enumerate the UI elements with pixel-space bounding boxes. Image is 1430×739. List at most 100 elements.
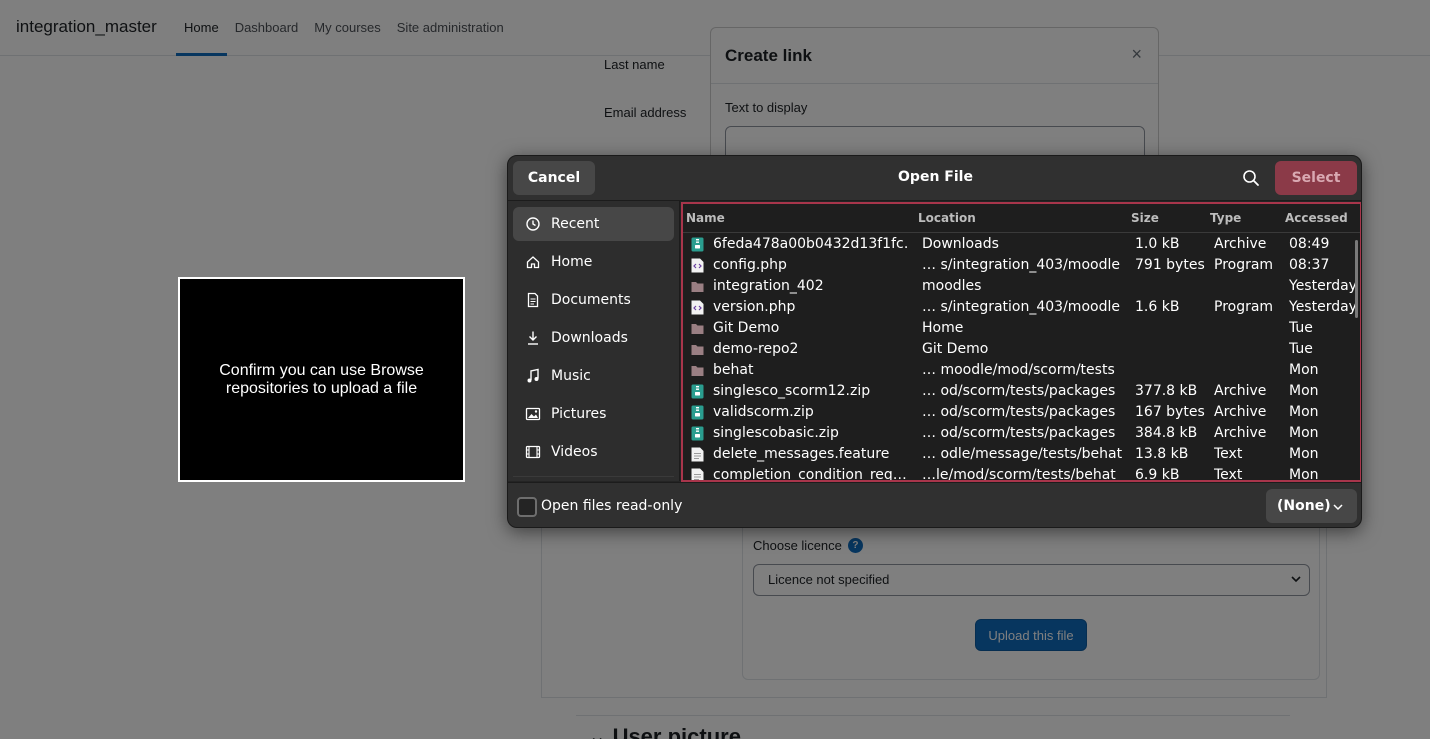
file-list-scrollbar[interactable] [1355, 240, 1358, 318]
file-accessed: Mon [1289, 362, 1319, 378]
file-name: validscorm.zip [713, 404, 814, 420]
file-size: 377.8 kB [1135, 383, 1198, 399]
file-row[interactable]: demo-repo2 Git Demo Tue [683, 339, 1360, 360]
file-filter-dropdown[interactable]: (None) [1266, 489, 1357, 523]
file-size: 6.9 kB [1135, 467, 1180, 482]
file-name: integration_402 [713, 278, 824, 294]
file-size: 1.6 kB [1135, 299, 1180, 315]
file-list[interactable]: Name Location Size Type Accessed 6feda47… [681, 202, 1361, 482]
sidebar-item-label: Videos [551, 444, 598, 460]
column-type[interactable]: Type [1210, 211, 1241, 225]
sidebar-item-documents[interactable]: Documents [513, 283, 674, 317]
text-file-icon [691, 447, 704, 462]
sidebar-item-pictures[interactable]: Pictures [513, 397, 674, 431]
file-row[interactable]: 6feda478a00b0432d13f1fc… Downloads 1.0 kB A… [683, 234, 1360, 255]
file-type: Archive [1214, 404, 1267, 420]
file-type: Text [1214, 467, 1243, 482]
file-name: version.php [713, 299, 796, 315]
folder-file-icon [691, 363, 704, 378]
code-file-icon [691, 300, 704, 315]
column-size[interactable]: Size [1131, 211, 1159, 225]
file-accessed: Mon [1289, 383, 1319, 399]
file-location: …le/mod/scorm/tests/behat [922, 467, 1116, 482]
archive-file-icon [691, 405, 704, 420]
file-rows: 6feda478a00b0432d13f1fc… Downloads 1.0 kB A… [683, 234, 1360, 482]
instruction-box: Confirm you can use Browse repositories … [178, 277, 465, 482]
sidebar-item-label: Home [551, 254, 593, 270]
file-list-header: Name Location Size Type Accessed [683, 204, 1360, 233]
file-location: Downloads [922, 236, 999, 252]
file-location: … od/scorm/tests/packages [922, 404, 1116, 420]
sidebar-item-label: Music [551, 368, 591, 384]
column-accessed[interactable]: Accessed [1285, 211, 1348, 225]
file-row[interactable]: behat … moodle/mod/scorm/tests Mon [683, 360, 1360, 381]
sidebar-item-label: Documents [551, 292, 631, 308]
file-name: 6feda478a00b0432d13f1fc… [713, 236, 909, 252]
dialog-footer: Open files read-only (None) [508, 482, 1361, 527]
folder-file-icon [691, 279, 704, 294]
file-type: Text [1214, 446, 1243, 462]
file-name: delete_messages.feature [713, 446, 890, 462]
file-name: Git Demo [713, 320, 780, 336]
file-filter-value: (None) [1277, 498, 1331, 514]
column-name[interactable]: Name [686, 211, 725, 225]
file-row[interactable]: Git Demo Home Tue [683, 318, 1360, 339]
file-location: Git Demo [922, 341, 989, 357]
folder-file-icon [691, 321, 704, 336]
file-accessed: Mon [1289, 446, 1319, 462]
pictures-icon [525, 406, 541, 422]
documents-icon [525, 292, 541, 308]
dialog-title: Open File [898, 169, 973, 185]
file-name: singlesco_scorm12.zip [713, 383, 871, 399]
sidebar-item-recent[interactable]: Recent [513, 207, 674, 241]
file-name: behat [713, 362, 754, 378]
sidebar-item-label: Pictures [551, 406, 607, 422]
open-file-dialog: Cancel Open File Select Recent Home Docu… [507, 155, 1362, 528]
downloads-icon [525, 330, 541, 346]
code-file-icon [691, 258, 704, 273]
recent-icon [525, 216, 541, 232]
archive-file-icon [691, 426, 704, 441]
column-location[interactable]: Location [918, 211, 976, 225]
file-size: 13.8 kB [1135, 446, 1189, 462]
file-name: completion_condition_req… [713, 467, 907, 482]
sidebar-item-downloads[interactable]: Downloads [513, 321, 674, 355]
file-accessed: Mon [1289, 467, 1319, 482]
sidebar-item-home[interactable]: Home [513, 245, 674, 279]
file-location: Home [922, 320, 964, 336]
music-icon [525, 368, 541, 384]
search-icon[interactable] [1241, 168, 1261, 188]
file-row[interactable]: completion_condition_req… …le/mod/scorm/t… [683, 465, 1360, 482]
file-row[interactable]: singlesco_scorm12.zip … od/scorm/tests/pa… [683, 381, 1360, 402]
file-name: singlescobasic.zip [713, 425, 839, 441]
file-accessed: Tue [1289, 341, 1313, 357]
sidebar-item-label: Downloads [551, 330, 628, 346]
sidebar-divider [513, 476, 674, 477]
file-type: Program [1214, 299, 1274, 315]
file-location: … odle/message/tests/behat [922, 446, 1122, 462]
file-row[interactable]: config.php … s/integration_403/moodle 791 … [683, 255, 1360, 276]
home-icon [525, 254, 541, 270]
file-row[interactable]: validscorm.zip … od/scorm/tests/packages 1… [683, 402, 1360, 423]
file-type: Archive [1214, 236, 1267, 252]
file-row[interactable]: delete_messages.feature … odle/message/te… [683, 444, 1360, 465]
sidebar-item-music[interactable]: Music [513, 359, 674, 393]
sidebar-item-videos[interactable]: Videos [513, 435, 674, 469]
file-row[interactable]: version.php … s/integration_403/moodle 1.6… [683, 297, 1360, 318]
select-button[interactable]: Select [1275, 161, 1357, 195]
file-location: … od/scorm/tests/packages [922, 425, 1116, 441]
file-size: 167 bytes [1135, 404, 1205, 420]
file-type: Archive [1214, 383, 1267, 399]
places-sidebar: Recent Home Documents Downloads Music Pi… [508, 201, 680, 481]
file-accessed: Mon [1289, 425, 1319, 441]
file-accessed: 08:37 [1289, 257, 1330, 273]
file-row[interactable]: integration_402 moodles Yesterday [683, 276, 1360, 297]
file-row[interactable]: singlescobasic.zip … od/scorm/tests/packa… [683, 423, 1360, 444]
folder-file-icon [691, 342, 704, 357]
read-only-checkbox[interactable] [517, 497, 537, 517]
read-only-label[interactable]: Open files read-only [541, 498, 682, 514]
file-location: moodles [922, 278, 982, 294]
file-accessed: Tue [1289, 320, 1313, 336]
file-type: Program [1214, 257, 1274, 273]
file-location: … s/integration_403/moodle [922, 257, 1120, 273]
